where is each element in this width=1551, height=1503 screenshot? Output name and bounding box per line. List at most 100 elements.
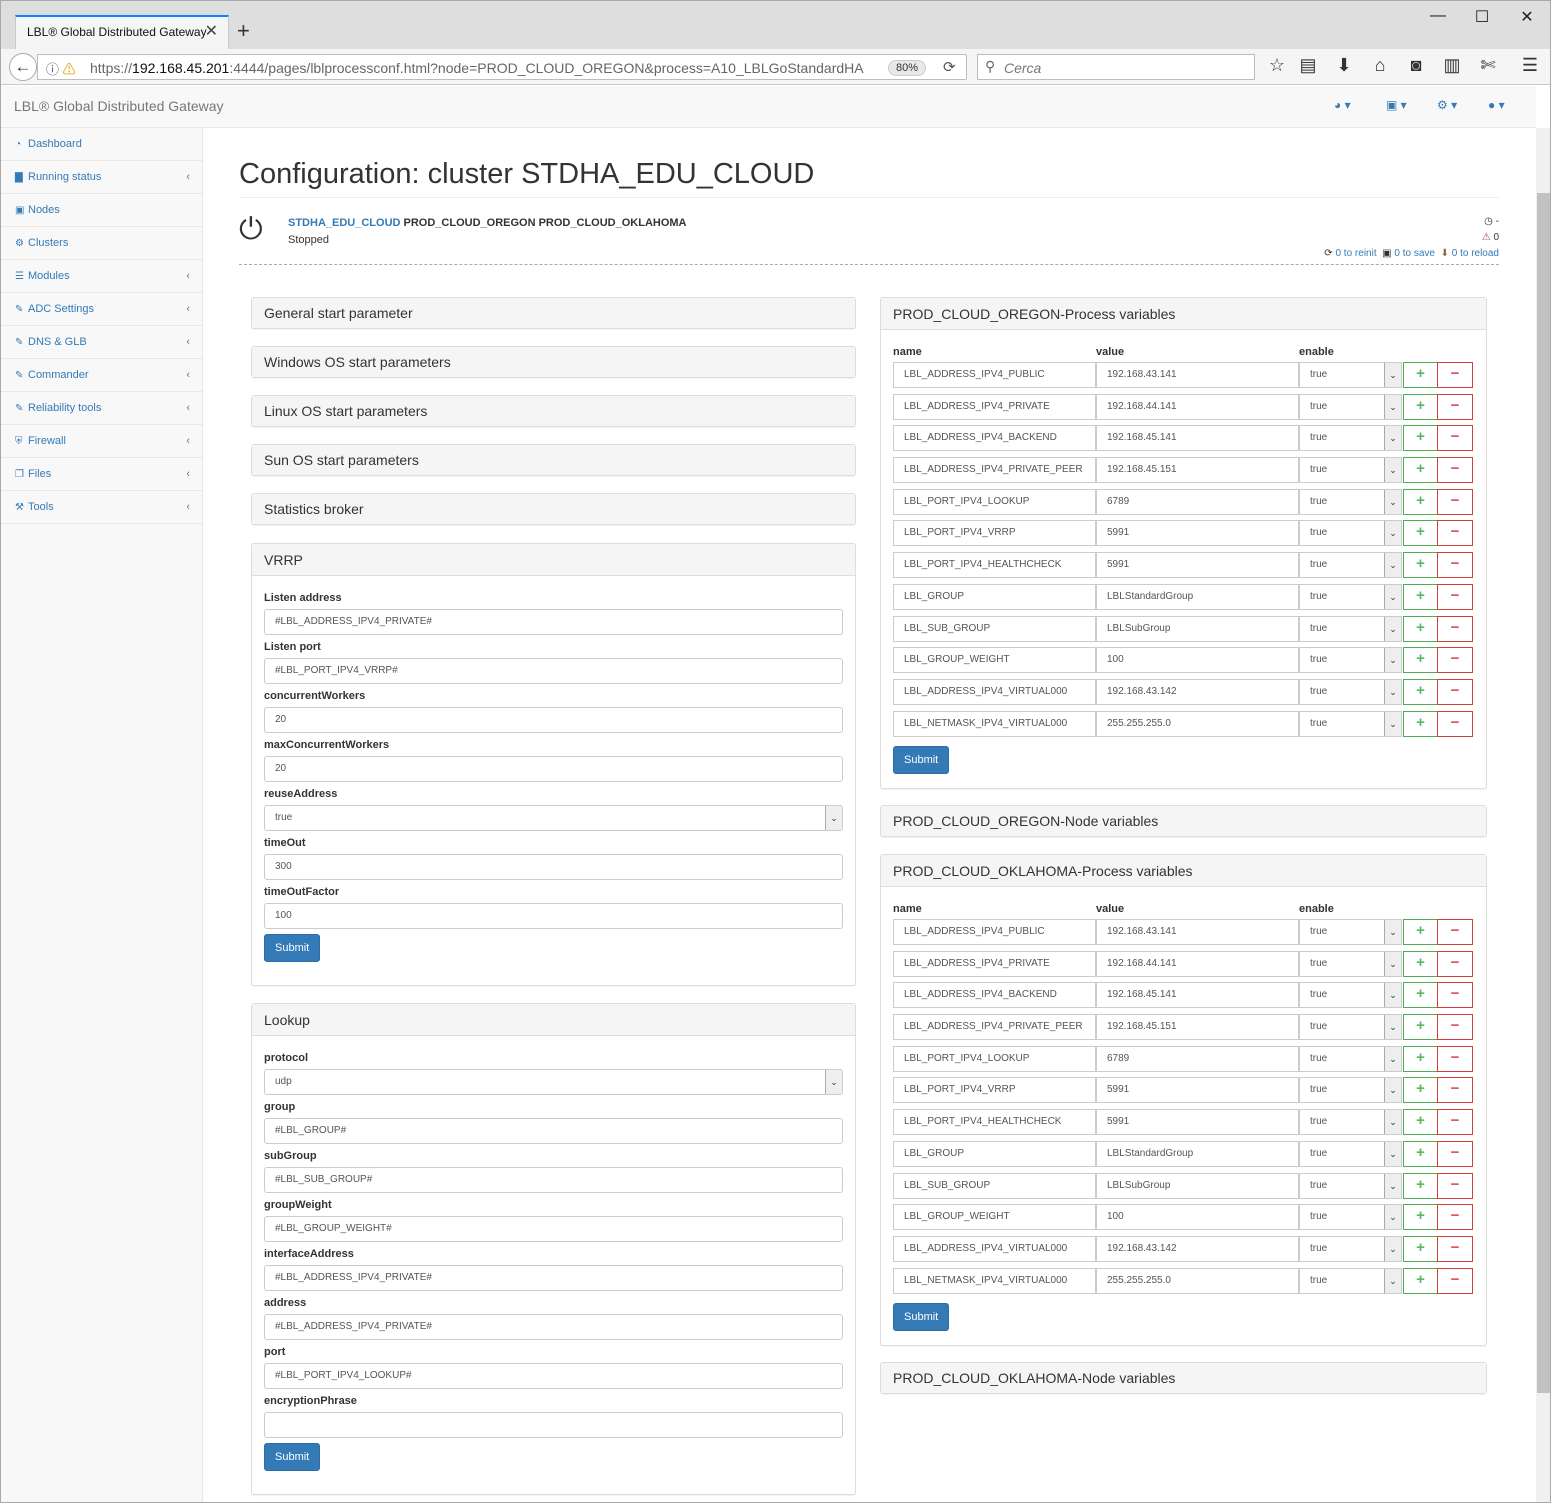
- submit-button[interactable]: Submit: [264, 934, 321, 962]
- var-name-input[interactable]: LBL_ADDRESS_IPV4_PRIVATE: [893, 393, 1096, 420]
- var-enable-select[interactable]: true ⌄: [1299, 950, 1402, 977]
- sidebar-item-running-status[interactable]: ▇ Running status ‹: [1, 161, 202, 194]
- sidebar-item-clusters[interactable]: ⚙ Clusters: [1, 227, 202, 260]
- add-variable-button[interactable]: +: [1403, 1077, 1438, 1104]
- protocol-select[interactable]: udp ⌄: [264, 1069, 843, 1095]
- add-variable-button[interactable]: +: [1403, 919, 1438, 945]
- maximize-icon[interactable]: ☐: [1467, 7, 1497, 27]
- remove-variable-button[interactable]: −: [1437, 1014, 1473, 1041]
- remove-variable-button[interactable]: −: [1437, 710, 1473, 737]
- var-value-input[interactable]: LBLStandardGroup: [1096, 1140, 1299, 1167]
- add-variable-button[interactable]: +: [1403, 425, 1438, 452]
- var-name-input[interactable]: LBL_ADDRESS_IPV4_VIRTUAL000: [893, 1235, 1096, 1262]
- submit-button[interactable]: Submit: [893, 746, 950, 775]
- remove-variable-button[interactable]: −: [1437, 520, 1473, 547]
- var-name-input[interactable]: LBL_ADDRESS_IPV4_PUBLIC: [893, 362, 1096, 388]
- var-value-input[interactable]: 100: [1096, 647, 1299, 674]
- reinit-link[interactable]: 0 to reinit: [1335, 248, 1376, 259]
- screenshot-icon[interactable]: ✄: [1476, 55, 1500, 76]
- panel-oklahoma-node[interactable]: PROD_CLOUD_OKLAHOMA-Node variables: [880, 1362, 1487, 1394]
- var-enable-select[interactable]: true ⌄: [1299, 919, 1402, 945]
- panel-sun[interactable]: Sun OS start parameters: [251, 444, 856, 476]
- var-value-input[interactable]: 6789: [1096, 1045, 1299, 1072]
- add-variable-button[interactable]: +: [1403, 1172, 1438, 1199]
- var-name-input[interactable]: LBL_GROUP_WEIGHT: [893, 647, 1096, 674]
- zoom-indicator[interactable]: 80%: [888, 60, 926, 76]
- var-value-input[interactable]: 255.255.255.0: [1096, 710, 1299, 737]
- var-value-input[interactable]: 192.168.45.141: [1096, 982, 1299, 1009]
- encryption-phrase-input[interactable]: [264, 1412, 843, 1438]
- user-dropdown-icon[interactable]: ● ▾: [1488, 98, 1505, 112]
- cluster-link[interactable]: STDHA_EDU_CLOUD: [288, 217, 400, 229]
- var-enable-select[interactable]: true ⌄: [1299, 583, 1402, 610]
- var-enable-select[interactable]: true ⌄: [1299, 1172, 1402, 1199]
- var-value-input[interactable]: 192.168.45.151: [1096, 457, 1299, 484]
- add-variable-button[interactable]: +: [1403, 1014, 1438, 1041]
- add-variable-button[interactable]: +: [1403, 520, 1438, 547]
- power-icon[interactable]: ⏻: [239, 213, 263, 247]
- sub-group-input[interactable]: #LBL_SUB_GROUP#: [264, 1167, 843, 1193]
- search-bar[interactable]: ⚲ Cerca: [977, 54, 1255, 80]
- submit-button[interactable]: Submit: [264, 1443, 321, 1471]
- var-enable-select[interactable]: true ⌄: [1299, 1267, 1402, 1294]
- var-name-input[interactable]: LBL_NETMASK_IPV4_VIRTUAL000: [893, 710, 1096, 737]
- add-variable-button[interactable]: +: [1403, 362, 1438, 388]
- panel-oregon-node[interactable]: PROD_CLOUD_OREGON-Node variables: [880, 805, 1487, 837]
- var-name-input[interactable]: LBL_ADDRESS_IPV4_PRIVATE: [893, 950, 1096, 977]
- add-variable-button[interactable]: +: [1403, 710, 1438, 737]
- var-enable-select[interactable]: true ⌄: [1299, 457, 1402, 484]
- browser-tab[interactable]: LBL® Global Distributed Gateway ✕: [15, 15, 229, 49]
- settings-dropdown-icon[interactable]: ⚙ ▾: [1437, 98, 1457, 112]
- sidebar-item-reliability-tools[interactable]: ✎ Reliability tools ‹: [1, 392, 202, 425]
- remove-variable-button[interactable]: −: [1437, 1235, 1473, 1262]
- var-value-input[interactable]: 192.168.43.141: [1096, 919, 1299, 945]
- add-variable-button[interactable]: +: [1403, 1045, 1438, 1072]
- remove-variable-button[interactable]: −: [1437, 1140, 1473, 1167]
- var-name-input[interactable]: LBL_ADDRESS_IPV4_PRIVATE_PEER: [893, 1014, 1096, 1041]
- address-input[interactable]: #LBL_ADDRESS_IPV4_PRIVATE#: [264, 1314, 843, 1340]
- add-variable-button[interactable]: +: [1403, 457, 1438, 484]
- remove-variable-button[interactable]: −: [1437, 1172, 1473, 1199]
- concurrent-workers-input[interactable]: 20: [264, 707, 843, 733]
- var-name-input[interactable]: LBL_ADDRESS_IPV4_PRIVATE_PEER: [893, 457, 1096, 484]
- var-name-input[interactable]: LBL_PORT_IPV4_LOOKUP: [893, 1045, 1096, 1072]
- var-enable-select[interactable]: true ⌄: [1299, 1140, 1402, 1167]
- panel-statistics[interactable]: Statistics broker: [251, 493, 856, 525]
- add-variable-button[interactable]: +: [1403, 583, 1438, 610]
- var-enable-select[interactable]: true ⌄: [1299, 678, 1402, 705]
- var-name-input[interactable]: LBL_ADDRESS_IPV4_VIRTUAL000: [893, 678, 1096, 705]
- add-variable-button[interactable]: +: [1403, 393, 1438, 420]
- reuse-address-select[interactable]: true ⌄: [264, 805, 843, 831]
- bookmark-star-icon[interactable]: ☆: [1265, 55, 1289, 76]
- var-value-input[interactable]: 100: [1096, 1204, 1299, 1231]
- remove-variable-button[interactable]: −: [1437, 1267, 1473, 1294]
- var-enable-select[interactable]: true ⌄: [1299, 647, 1402, 674]
- var-name-input[interactable]: LBL_NETMASK_IPV4_VIRTUAL000: [893, 1267, 1096, 1294]
- remove-variable-button[interactable]: −: [1437, 615, 1473, 642]
- var-value-input[interactable]: 5991: [1096, 552, 1299, 579]
- vertical-scrollbar[interactable]: [1536, 128, 1550, 1502]
- add-variable-button[interactable]: +: [1403, 950, 1438, 977]
- sidebar-item-files[interactable]: ❐ Files ‹: [1, 458, 202, 491]
- brand[interactable]: LBL® Global Distributed Gateway: [14, 98, 224, 114]
- save-dropdown-icon[interactable]: ▣ ▾: [1386, 98, 1407, 112]
- reload-icon[interactable]: ⟳: [943, 58, 956, 76]
- remove-variable-button[interactable]: −: [1437, 425, 1473, 452]
- sidebar-item-dns-glb[interactable]: ✎ DNS & GLB ‹: [1, 326, 202, 359]
- var-name-input[interactable]: LBL_GROUP: [893, 583, 1096, 610]
- var-name-input[interactable]: LBL_PORT_IPV4_VRRP: [893, 1077, 1096, 1104]
- var-name-input[interactable]: LBL_SUB_GROUP: [893, 1172, 1096, 1199]
- var-name-input[interactable]: LBL_ADDRESS_IPV4_BACKEND: [893, 982, 1096, 1009]
- listen-address-input[interactable]: #LBL_ADDRESS_IPV4_PRIVATE#: [264, 609, 843, 635]
- panel-general[interactable]: General start parameter: [251, 297, 856, 329]
- var-name-input[interactable]: LBL_GROUP_WEIGHT: [893, 1204, 1096, 1231]
- var-value-input[interactable]: 5991: [1096, 520, 1299, 547]
- panel-linux[interactable]: Linux OS start parameters: [251, 395, 856, 427]
- add-variable-button[interactable]: +: [1403, 488, 1438, 515]
- var-value-input[interactable]: 192.168.43.142: [1096, 678, 1299, 705]
- var-value-input[interactable]: 192.168.45.151: [1096, 1014, 1299, 1041]
- add-variable-button[interactable]: +: [1403, 647, 1438, 674]
- remove-variable-button[interactable]: −: [1437, 1109, 1473, 1136]
- add-variable-button[interactable]: +: [1403, 1204, 1438, 1231]
- remove-variable-button[interactable]: −: [1437, 982, 1473, 1009]
